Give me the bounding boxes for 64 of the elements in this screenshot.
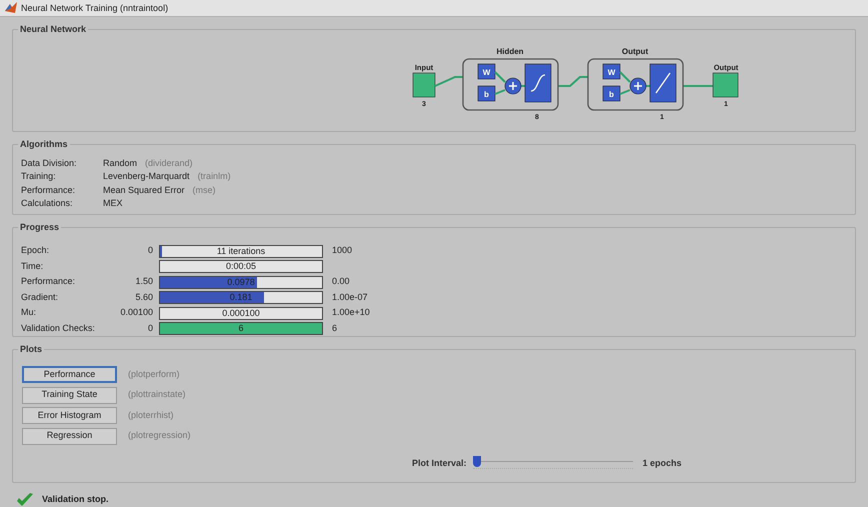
plot-button[interactable]: Regression <box>22 428 117 445</box>
progress-reading: 0.181 <box>228 292 254 304</box>
algorithm-value: Mean Squared Error <box>103 184 185 197</box>
function-name: (plottrainstate) <box>128 388 186 402</box>
algorithm-value: MEX <box>103 197 123 210</box>
panel-title: Plots <box>18 343 44 356</box>
end-value: 0.00 <box>332 275 350 288</box>
status-message: Validation stop. <box>42 493 109 506</box>
progress-label: Mu: <box>21 306 38 320</box>
progress-label: Time: <box>21 260 44 273</box>
end-value: 6 <box>332 322 338 335</box>
function-name: (trainlm) <box>198 170 231 184</box>
progress-reading: 11 iterations <box>216 246 266 257</box>
slider-reading: 1 epochs <box>642 456 682 470</box>
weight-block: W <box>478 64 496 80</box>
progress-reading: 0:00:05 <box>224 261 258 272</box>
start-value: 5.60 <box>135 290 153 304</box>
sigmoid-curve-block <box>524 64 552 102</box>
algorithm-label: Performance: <box>21 184 76 197</box>
output-node <box>712 72 738 98</box>
progress-reading: 0.000100 <box>221 308 261 319</box>
weight-block: W <box>602 64 620 80</box>
algorithm-value: Levenberg-Marquardt <box>103 170 190 184</box>
slider-label: Plot Interval: <box>412 456 467 470</box>
layer-title: Hidden <box>496 46 524 56</box>
function-name: (plotregression) <box>128 429 191 442</box>
start-value: 1.50 <box>135 275 153 288</box>
start-value: 0 <box>148 322 153 335</box>
progress-label: Gradient: <box>21 290 60 304</box>
window-title: Neural Network Training (nntraintool) <box>21 2 168 14</box>
algorithm-label: Calculations: <box>21 197 74 210</box>
slider-thumb[interactable] <box>472 456 481 468</box>
start-value: 0.00100 <box>120 306 153 320</box>
plot-interval-slider[interactable] <box>472 456 633 470</box>
start-value: 0 <box>148 244 153 258</box>
end-value: 1.00e+10 <box>332 306 370 320</box>
linear-ramp-block <box>650 64 676 102</box>
algorithm-label: Training: <box>21 170 57 184</box>
plot-button[interactable]: Error Histogram <box>22 407 117 424</box>
plot-button[interactable]: Performance <box>22 366 117 384</box>
function-name: (dividerand) <box>145 156 193 170</box>
progress-label: Performance: <box>21 275 76 288</box>
end-value: 1000 <box>332 244 352 258</box>
progress-reading: 6 <box>237 323 244 334</box>
layer-title: Output <box>622 46 648 56</box>
algorithm-value: Random <box>103 156 138 170</box>
sum-node-icon <box>630 78 646 94</box>
sum-node-icon <box>504 78 522 94</box>
function-name: (ploterrhist) <box>128 408 174 422</box>
plot-button[interactable]: Training State <box>22 386 117 404</box>
panel-title: Neural Network <box>18 22 88 35</box>
end-value: 1.00e-07 <box>332 290 368 304</box>
progress-label: Epoch: <box>21 244 50 258</box>
function-name: (plotperform) <box>128 368 180 381</box>
bias-block: b <box>602 86 620 102</box>
app-logo-icon <box>5 2 17 14</box>
function-name: (mse) <box>192 184 216 197</box>
panel-title: Algorithms <box>18 138 70 150</box>
panel-title: Progress <box>18 221 62 234</box>
progress-reading: 0.0978 <box>226 276 256 288</box>
bias-block: b <box>478 86 496 102</box>
progress-label: Validation Checks: <box>21 322 96 335</box>
input-node <box>412 72 436 98</box>
algorithm-label: Data Division: <box>21 156 78 170</box>
